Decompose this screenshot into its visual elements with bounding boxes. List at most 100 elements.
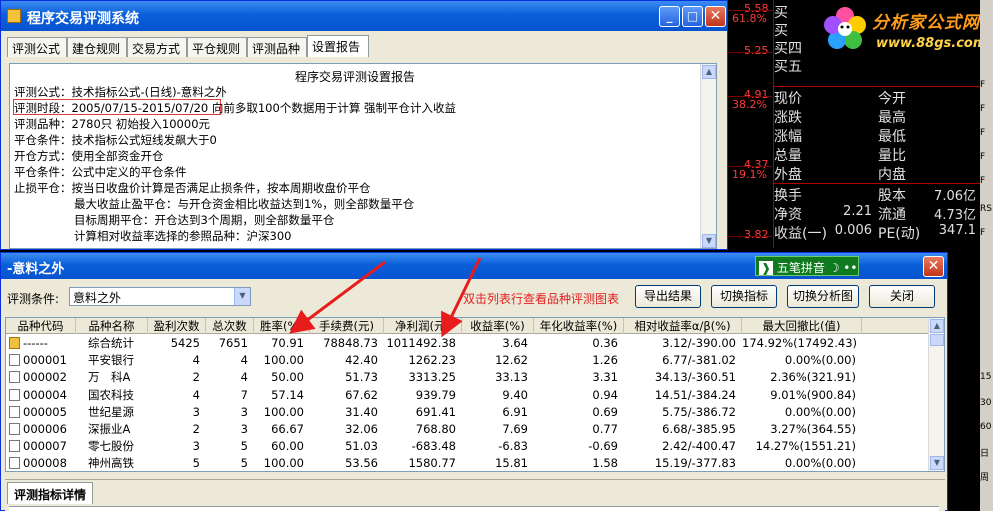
- cell-value: 15.19/-377.83: [654, 456, 736, 471]
- column-header[interactable]: 净利润(元): [384, 318, 462, 334]
- close-button[interactable]: ✕: [705, 6, 726, 27]
- table-row[interactable]: 000004 国农科技 4 7 57.14 67.62 939.79 9.40 0.94 14.5…: [6, 387, 930, 404]
- table-row[interactable]: ------ 综合统计 5425 7651 70.91 78848.73 1011492.3…: [6, 335, 930, 352]
- cell-value: 4: [240, 370, 248, 385]
- quote-label: 涨幅: [774, 129, 802, 145]
- toolbar-button[interactable]: F: [980, 80, 985, 90]
- close-dialog-button[interactable]: 关闭: [869, 285, 935, 308]
- cell-value: 15.81: [495, 456, 528, 471]
- toolbar-button[interactable]: F: [980, 128, 985, 138]
- cell-code: 000005: [9, 404, 79, 421]
- column-header[interactable]: 胜率(%): [254, 318, 310, 334]
- cell-value: 3: [192, 404, 200, 419]
- tab-2[interactable]: 交易方式: [127, 37, 187, 57]
- table-row[interactable]: 000002 万 科A 2 4 50.00 51.73 3313.25 33.13 3.31 34…: [6, 369, 930, 386]
- report-title: 程序交易评测设置报告: [294, 70, 415, 84]
- cell-value: 57.14: [271, 387, 304, 402]
- chevron-down-icon[interactable]: ▼: [234, 288, 250, 305]
- cell-value: 32.06: [345, 422, 378, 436]
- table-row[interactable]: 000001 平安银行 4 4 100.00 42.40 1262.23 12.62 1.26 6…: [6, 352, 930, 369]
- maximize-button[interactable]: □: [682, 6, 703, 27]
- report-line: 止损平仓：按当日收盘价计算是否满足止损条件，按本周期收盘价平仓: [14, 181, 371, 195]
- column-header[interactable]: 品种名称: [76, 318, 148, 334]
- column-header[interactable]: 手续费(元): [310, 318, 384, 334]
- cell-value: 100.00: [263, 353, 304, 368]
- scroll-up-icon[interactable]: ▲: [930, 319, 944, 333]
- scroll-up-icon[interactable]: ▲: [702, 65, 716, 79]
- toolbar-button[interactable]: RS: [980, 204, 992, 214]
- tab-4[interactable]: 评测品种: [247, 37, 307, 57]
- report-line: 最大收益止盈平仓：与开仓资金相比收益达到1%，则全部数量平仓: [74, 197, 415, 211]
- minimize-button[interactable]: _: [659, 6, 680, 27]
- stock-code: 000005: [23, 404, 67, 419]
- evaluation-settings-window: 程序交易评测系统 _ □ ✕ 评测公式 建仓规则 交易方式 平仓规则 评测品种 设置报告 …: [0, 0, 728, 250]
- quote-label: 净资: [774, 207, 802, 223]
- toolbar-button[interactable]: F: [980, 152, 985, 162]
- scroll-down-icon[interactable]: ▼: [702, 234, 716, 248]
- table-row[interactable]: 000006 深振业A 2 3 66.67 32.06 768.80 7.69 0.77 6.68…: [6, 421, 930, 438]
- condition-label: 评测条件:: [7, 292, 60, 306]
- table-row[interactable]: 000007 零七股份 3 5 60.00 51.03 -683.48 -6.83 -0.69 2…: [6, 438, 930, 455]
- window-titlebar: 程序交易评测系统 _ □ ✕: [1, 1, 727, 31]
- cell-value: 3.12/-390.00: [662, 336, 736, 350]
- column-header[interactable]: 盈利次数: [148, 318, 206, 334]
- detail-tabbar: 评测指标详情: [5, 479, 945, 511]
- hint-text: 双击列表行查看品种评测图表: [463, 292, 620, 306]
- column-header[interactable]: 品种代码: [6, 318, 76, 334]
- switch-indicator-button[interactable]: 切换指标: [711, 285, 777, 308]
- grid-line: [728, 166, 772, 167]
- window-title: 程序交易评测系统: [27, 11, 139, 27]
- column-header[interactable]: 总次数: [206, 318, 254, 334]
- cell-value: 0.00%(0.00): [784, 353, 856, 368]
- toolbar-button[interactable]: 30: [980, 398, 991, 408]
- grid-line: [728, 10, 772, 11]
- table-row[interactable]: 000005 世纪星源 3 3 100.00 31.40 691.41 6.91 0.69 5.7…: [6, 404, 930, 421]
- quote-value: 7.06亿: [934, 189, 976, 204]
- table-scrollbar[interactable]: ▲ ▼: [928, 318, 944, 471]
- tab-0[interactable]: 评测公式: [7, 37, 67, 57]
- export-results-button[interactable]: 导出结果: [635, 285, 701, 308]
- column-header[interactable]: 最大回撤比(值): [742, 318, 862, 334]
- cell-value: 5: [240, 456, 248, 471]
- ime-indicator[interactable]: ❱ 五笔拼音 ☽ ••: [755, 256, 859, 276]
- cell-value: 3.31: [592, 370, 618, 385]
- tab-3[interactable]: 平仓规则: [187, 37, 247, 57]
- stock-code: 000008: [23, 456, 67, 471]
- report-scrollbar[interactable]: ▲ ▼: [700, 64, 716, 248]
- cell-code: ------: [9, 335, 79, 352]
- stock-code: 000006: [23, 422, 67, 436]
- tab-1[interactable]: 建仓规则: [67, 37, 127, 57]
- cell-value: 34.13/-360.51: [654, 370, 736, 385]
- column-header[interactable]: 相对收益率α/β(%): [624, 318, 742, 334]
- stock-icon: [9, 354, 20, 367]
- cell-value: 50.00: [271, 370, 304, 385]
- report-line: 计算相对收益率选择的参照品种：沪深300: [74, 229, 292, 243]
- toolbar-button[interactable]: F: [980, 104, 985, 114]
- toolbar-button[interactable]: F: [980, 228, 985, 238]
- scroll-down-icon[interactable]: ▼: [930, 456, 944, 470]
- quote-label: 今开: [878, 91, 906, 107]
- app-icon: [7, 9, 21, 23]
- tab-5[interactable]: 设置报告: [307, 35, 369, 57]
- toolbar-button[interactable]: 日: [980, 446, 989, 459]
- table-row[interactable]: 000008 神州高铁 5 5 100.00 53.56 1580.77 15.81 1.58 1…: [6, 455, 930, 471]
- cell-value: 60.00: [271, 439, 304, 454]
- moon-icon: ☽ ••: [828, 261, 858, 275]
- toolbar-button[interactable]: F: [980, 176, 985, 186]
- cell-value: 12.62: [495, 353, 528, 368]
- switch-chart-button[interactable]: 切换分析图: [787, 285, 859, 308]
- divider: [774, 183, 980, 184]
- cell-code: 000006: [9, 421, 79, 438]
- quote-label: 内盘: [878, 167, 906, 183]
- toolbar-button[interactable]: 周: [980, 470, 989, 483]
- toolbar-button[interactable]: 60: [980, 422, 991, 432]
- cell-value: 6.91: [502, 404, 528, 419]
- tab-indicator-details[interactable]: 评测指标详情: [7, 482, 94, 504]
- toolbar-button[interactable]: 15: [980, 372, 991, 382]
- results-close-button[interactable]: ✕: [923, 256, 944, 277]
- column-header[interactable]: 收益率(%): [462, 318, 534, 334]
- column-header[interactable]: 年化收益率(%): [534, 318, 624, 334]
- condition-select[interactable]: 意料之外 ▼: [69, 287, 251, 306]
- scroll-thumb[interactable]: [930, 334, 944, 346]
- cell-value: 31.40: [345, 404, 378, 419]
